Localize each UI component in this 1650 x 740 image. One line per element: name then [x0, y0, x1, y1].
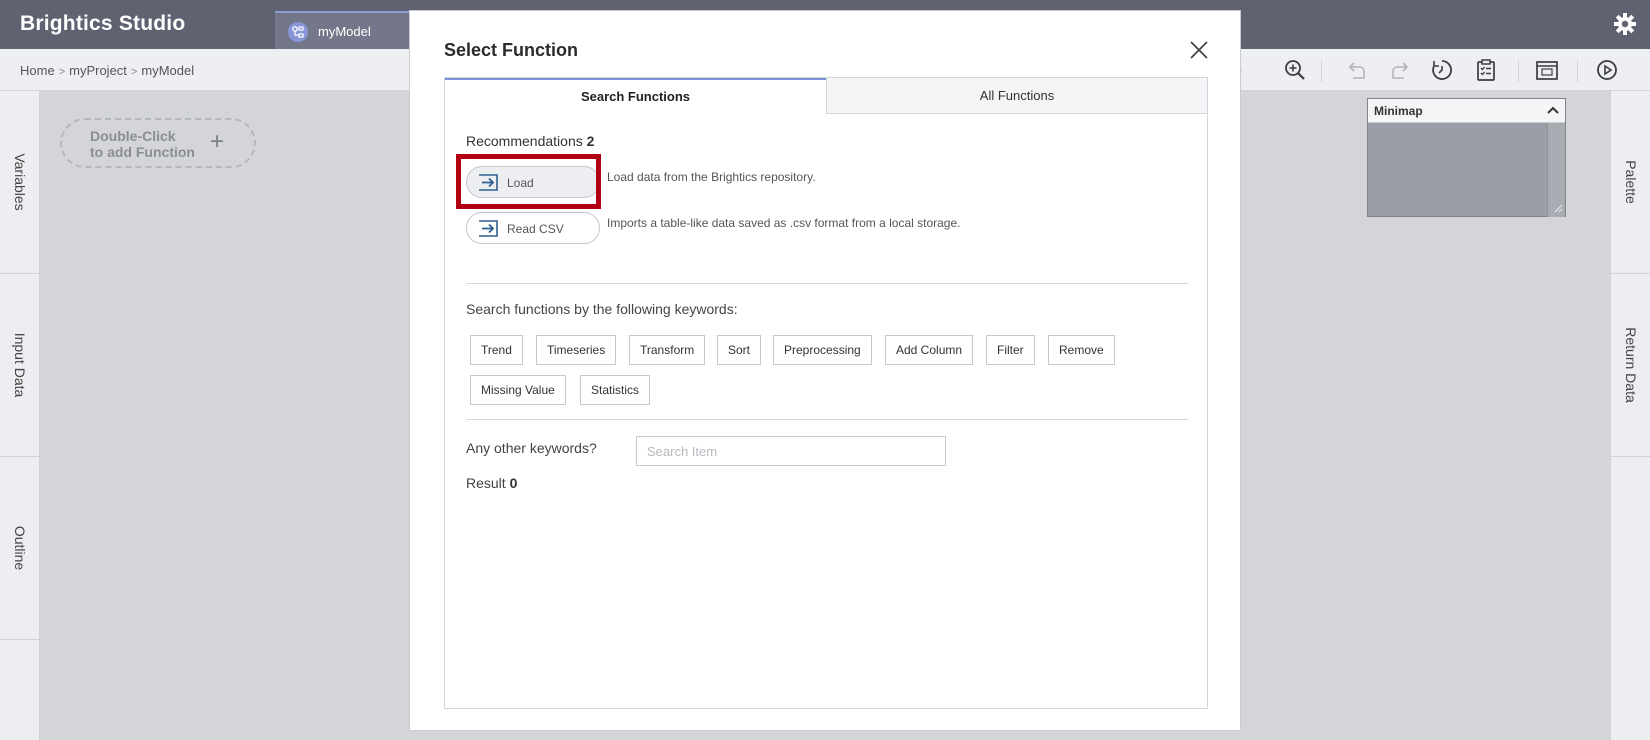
history-icon[interactable] — [1430, 58, 1454, 82]
add-function-line1: Double-Click — [90, 128, 176, 144]
app-title: Brightics Studio — [20, 12, 186, 35]
side-tab-outline[interactable]: Outline — [0, 457, 40, 640]
chevron-right-icon: > — [130, 66, 138, 78]
clipboard-icon[interactable] — [1474, 58, 1498, 82]
divider — [466, 419, 1188, 420]
toolbar-divider — [1577, 60, 1578, 82]
chevron-right-icon: > — [58, 66, 66, 78]
dialog-title: Select Function — [444, 40, 579, 60]
divider — [466, 283, 1188, 284]
gear-icon[interactable] — [1613, 12, 1637, 36]
resize-handle-icon[interactable] — [1553, 203, 1563, 213]
minimap-scrollbar[interactable] — [1547, 123, 1565, 217]
redo-icon[interactable] — [1388, 58, 1412, 82]
variable-window-icon[interactable] — [1535, 58, 1559, 82]
breadcrumb-home[interactable]: Home — [20, 63, 55, 78]
search-input[interactable] — [636, 436, 946, 466]
other-keywords-label: Any other keywords? — [466, 440, 597, 456]
right-panel: Palette Return Data — [1610, 91, 1650, 740]
function-description: Imports a table-like data saved as .csv … — [607, 216, 961, 230]
left-panel: Variables Input Data Outline — [0, 91, 40, 740]
keyword-chip[interactable]: Missing Value — [470, 375, 566, 405]
highlight-box — [456, 154, 601, 209]
toolbar-divider — [1321, 60, 1322, 82]
function-description: Load data from the Brightics repository. — [607, 170, 816, 184]
close-icon[interactable] — [1188, 39, 1210, 61]
breadcrumb: Home > myProject > myModel — [20, 63, 194, 78]
zoom-in-icon[interactable] — [1283, 58, 1307, 82]
select-function-dialog: Select Function Search Functions All Fun… — [409, 10, 1241, 731]
side-tab-variables[interactable]: Variables — [0, 91, 40, 274]
keyword-chip[interactable]: Trend — [470, 335, 523, 365]
keyword-chip[interactable]: Add Column — [885, 335, 974, 365]
recommendations-title: Recommendations 2 — [466, 133, 595, 149]
side-tab-input-data[interactable]: Input Data — [0, 274, 40, 457]
undo-icon[interactable] — [1345, 58, 1369, 82]
result-summary: Result 0 — [466, 475, 518, 491]
side-tab-return-data[interactable]: Return Data — [1611, 274, 1650, 457]
dialog-tabs: Search Functions All Functions — [445, 78, 1207, 114]
tab-all-functions[interactable]: All Functions — [826, 78, 1207, 114]
function-read-csv-button[interactable]: Read CSV — [466, 212, 600, 244]
model-icon — [288, 22, 308, 42]
keyword-chip[interactable]: Remove — [1048, 335, 1115, 365]
breadcrumb-model[interactable]: myModel — [141, 63, 194, 78]
keyword-chip[interactable]: Timeseries — [536, 335, 617, 365]
tab-label: myModel — [318, 24, 371, 39]
recommendations-count: 2 — [586, 133, 595, 149]
result-count: 0 — [509, 475, 518, 491]
function-panel: Search Functions All Functions Recommend… — [444, 77, 1208, 709]
add-function-placeholder[interactable]: Double-Click to add Function + — [60, 118, 256, 168]
keyword-chip[interactable]: Statistics — [580, 375, 651, 405]
keyword-chip[interactable]: Filter — [986, 335, 1035, 365]
breadcrumb-project[interactable]: myProject — [69, 63, 127, 78]
keyword-chip[interactable]: Sort — [717, 335, 762, 365]
function-label: Read CSV — [507, 222, 564, 236]
keywords-title: Search functions by the following keywor… — [466, 301, 738, 317]
keyword-chip[interactable]: Transform — [629, 335, 706, 365]
minimap[interactable]: Minimap — [1367, 98, 1566, 217]
toolbar-divider — [1518, 60, 1519, 82]
keyword-chip[interactable]: Preprocessing — [773, 335, 872, 365]
import-arrow-icon — [479, 220, 498, 237]
plus-icon: + — [210, 128, 225, 155]
minimap-title: Minimap — [1374, 104, 1423, 118]
add-function-line2: to add Function — [90, 144, 195, 160]
chevron-up-icon[interactable] — [1547, 105, 1559, 115]
tab-search-functions[interactable]: Search Functions — [445, 78, 826, 114]
minimap-header: Minimap — [1368, 99, 1565, 123]
run-icon[interactable] — [1595, 58, 1619, 82]
side-tab-palette[interactable]: Palette — [1611, 91, 1650, 274]
tab-mymodel[interactable]: myModel — [275, 11, 410, 49]
